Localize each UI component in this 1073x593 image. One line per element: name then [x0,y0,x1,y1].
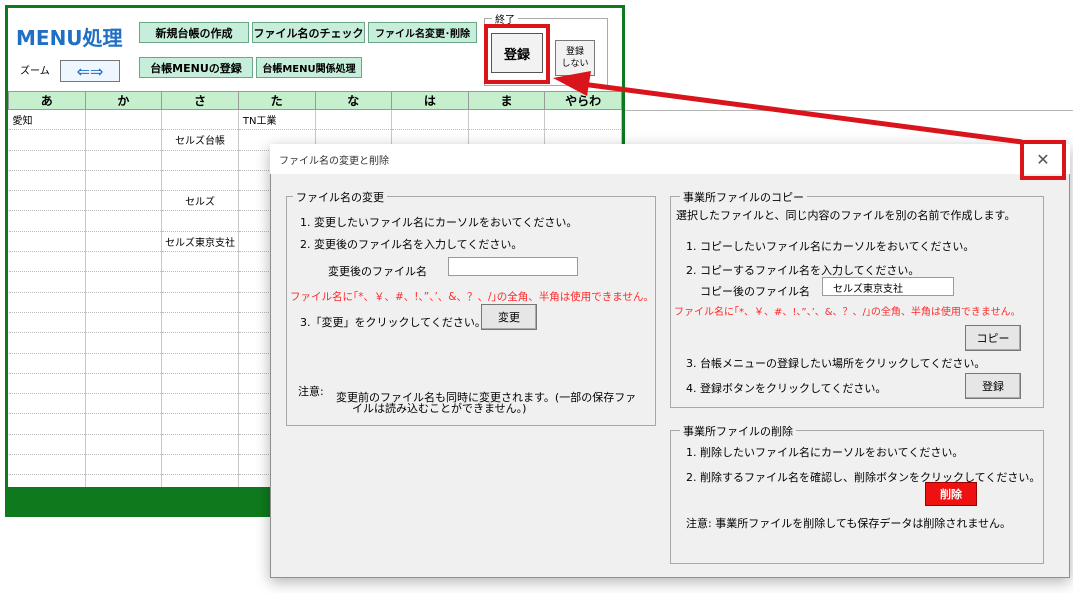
grid-cell[interactable] [8,373,86,395]
delete-step1: 1. 削除したいファイル名にカーソルをおいてください。 [686,446,964,459]
copy-description: 選択したファイルと、同じ内容のファイルを別の名前で作成します。 [676,209,1016,222]
column-header-yarawa: やらわ [544,91,622,110]
sheet-title: MENU処理 [16,26,123,50]
no-register-line1: 登録 [565,47,584,57]
grid-cell[interactable] [8,454,86,476]
grid-cell[interactable] [8,312,86,334]
copy-button[interactable]: コピー [965,325,1021,351]
copy-step2: 2. コピーするファイル名を入力してください。 [686,264,920,277]
grid-cell[interactable]: セルズ東京支社 [161,231,239,253]
copy-register-button[interactable]: 登録 [965,373,1021,399]
grid-cell[interactable] [85,109,163,131]
copy-step4: 4. 登録ボタンをクリックしてください。 [686,382,887,395]
dialog-titlebar [270,144,1070,174]
column-header-ta: た [237,91,316,110]
delete-step2: 2. 削除するファイル名を確認し、削除ボタンをクリックしてください。 [686,471,1041,484]
grid-header-row: あ か さ た な は ま やらわ [8,91,622,110]
change-button[interactable]: 変更 [481,304,537,330]
grid-cell[interactable] [315,109,393,131]
new-filename-input[interactable] [448,257,578,276]
copy-filename-input[interactable] [822,277,954,296]
rename-field-label: 変更後のファイル名 [328,265,427,278]
grid-cell[interactable] [8,231,86,253]
copy-field-label: コピー後のファイル名 [700,285,810,298]
grid-cell[interactable]: セルズ台帳 [161,129,239,151]
grid-cell[interactable] [8,292,86,313]
delete-frame-label: 事業所ファイルの削除 [680,423,796,439]
grid-cell[interactable]: 愛知 [8,109,86,131]
column-header-a: あ [8,91,86,110]
ledger-menu-register-button[interactable]: 台帳MENUの登録 [139,57,253,78]
rename-delete-button[interactable]: ファイル名変更･削除 [368,22,477,43]
dialog-title: ファイル名の変更と削除 [279,156,389,167]
no-register-line2: しない [561,59,589,69]
arrow-shaft [581,81,1023,145]
grid-cell[interactable] [8,413,86,435]
grid-cell[interactable] [8,434,86,456]
grid-cell[interactable] [8,332,86,354]
column-header-ka: か [84,91,163,110]
copy-frame-label: 事業所ファイルのコピー [680,189,807,205]
grid-cell[interactable] [8,190,86,212]
column-header-na: な [314,91,393,110]
grid-cell[interactable] [8,271,86,293]
column-header-sa: さ [161,91,239,110]
grid-cell[interactable] [8,170,86,192]
table-row: 愛知 TN工業 [8,109,622,131]
grid-cell[interactable] [8,353,86,374]
file-check-button[interactable]: ファイル名のチェック [252,22,365,43]
column-header-ma: ま [467,91,546,110]
grid-cell[interactable] [161,109,239,131]
copy-step3: 3. 台帳メニューの登録したい場所をクリックしてください。 [686,357,986,370]
zoom-arrows-icon[interactable]: ⇐⇒ [60,60,120,82]
grid-cell[interactable] [8,210,86,232]
new-ledger-button[interactable]: 新規台帳の作成 [139,22,249,43]
delete-button[interactable]: 削除 [925,482,977,506]
column-header-ha: は [391,91,469,110]
delete-note: 注意: 事業所ファイルを削除しても保存データは削除されません。 [686,517,1011,530]
grid-cell[interactable] [85,231,163,253]
grid-cell[interactable] [8,129,86,151]
close-button-highlight [1020,140,1066,180]
grid-cell[interactable] [391,109,469,131]
rename-note-line2: イルは読み込むことができません。) [352,402,527,415]
grid-cell[interactable]: セルズ [161,190,239,212]
grid-cell[interactable] [85,129,163,151]
rename-warning: ファイル名に｢*、￥、#、!、”、’、&、？、/｣の全角、半角は使用できません。 [290,291,654,303]
register-button-highlight [484,24,550,84]
grid-cell[interactable] [468,109,546,131]
sheet-row-line [625,110,1073,111]
grid-cell[interactable] [85,190,163,212]
rename-step1: 1. 変更したいファイル名にカーソルをおいてください。 [300,216,578,229]
ledger-menu-related-button[interactable]: 台帳MENU関係処理 [256,57,362,78]
copy-step1: 1. コピーしたいファイル名にカーソルをおいてください。 [686,240,975,253]
grid-cell[interactable] [544,109,622,131]
copy-warning: ファイル名に｢*、￥、#、!、”、’、&、？、/｣の全角、半角は使用できません。 [674,307,1021,318]
grid-cell[interactable] [8,251,86,273]
no-register-button[interactable]: 登録 しない [555,40,595,76]
rename-step2: 2. 変更後のファイル名を入力してください。 [300,238,523,251]
zoom-label: ズーム [20,66,50,77]
rename-frame-label: ファイル名の変更 [293,189,387,205]
rename-note-label: 注意: [298,385,324,398]
grid-cell[interactable]: TN工業 [238,109,316,131]
grid-cell[interactable] [8,393,86,415]
rename-step3: 3.「変更」をクリックしてください。 [300,316,486,329]
grid-cell[interactable] [8,150,86,171]
